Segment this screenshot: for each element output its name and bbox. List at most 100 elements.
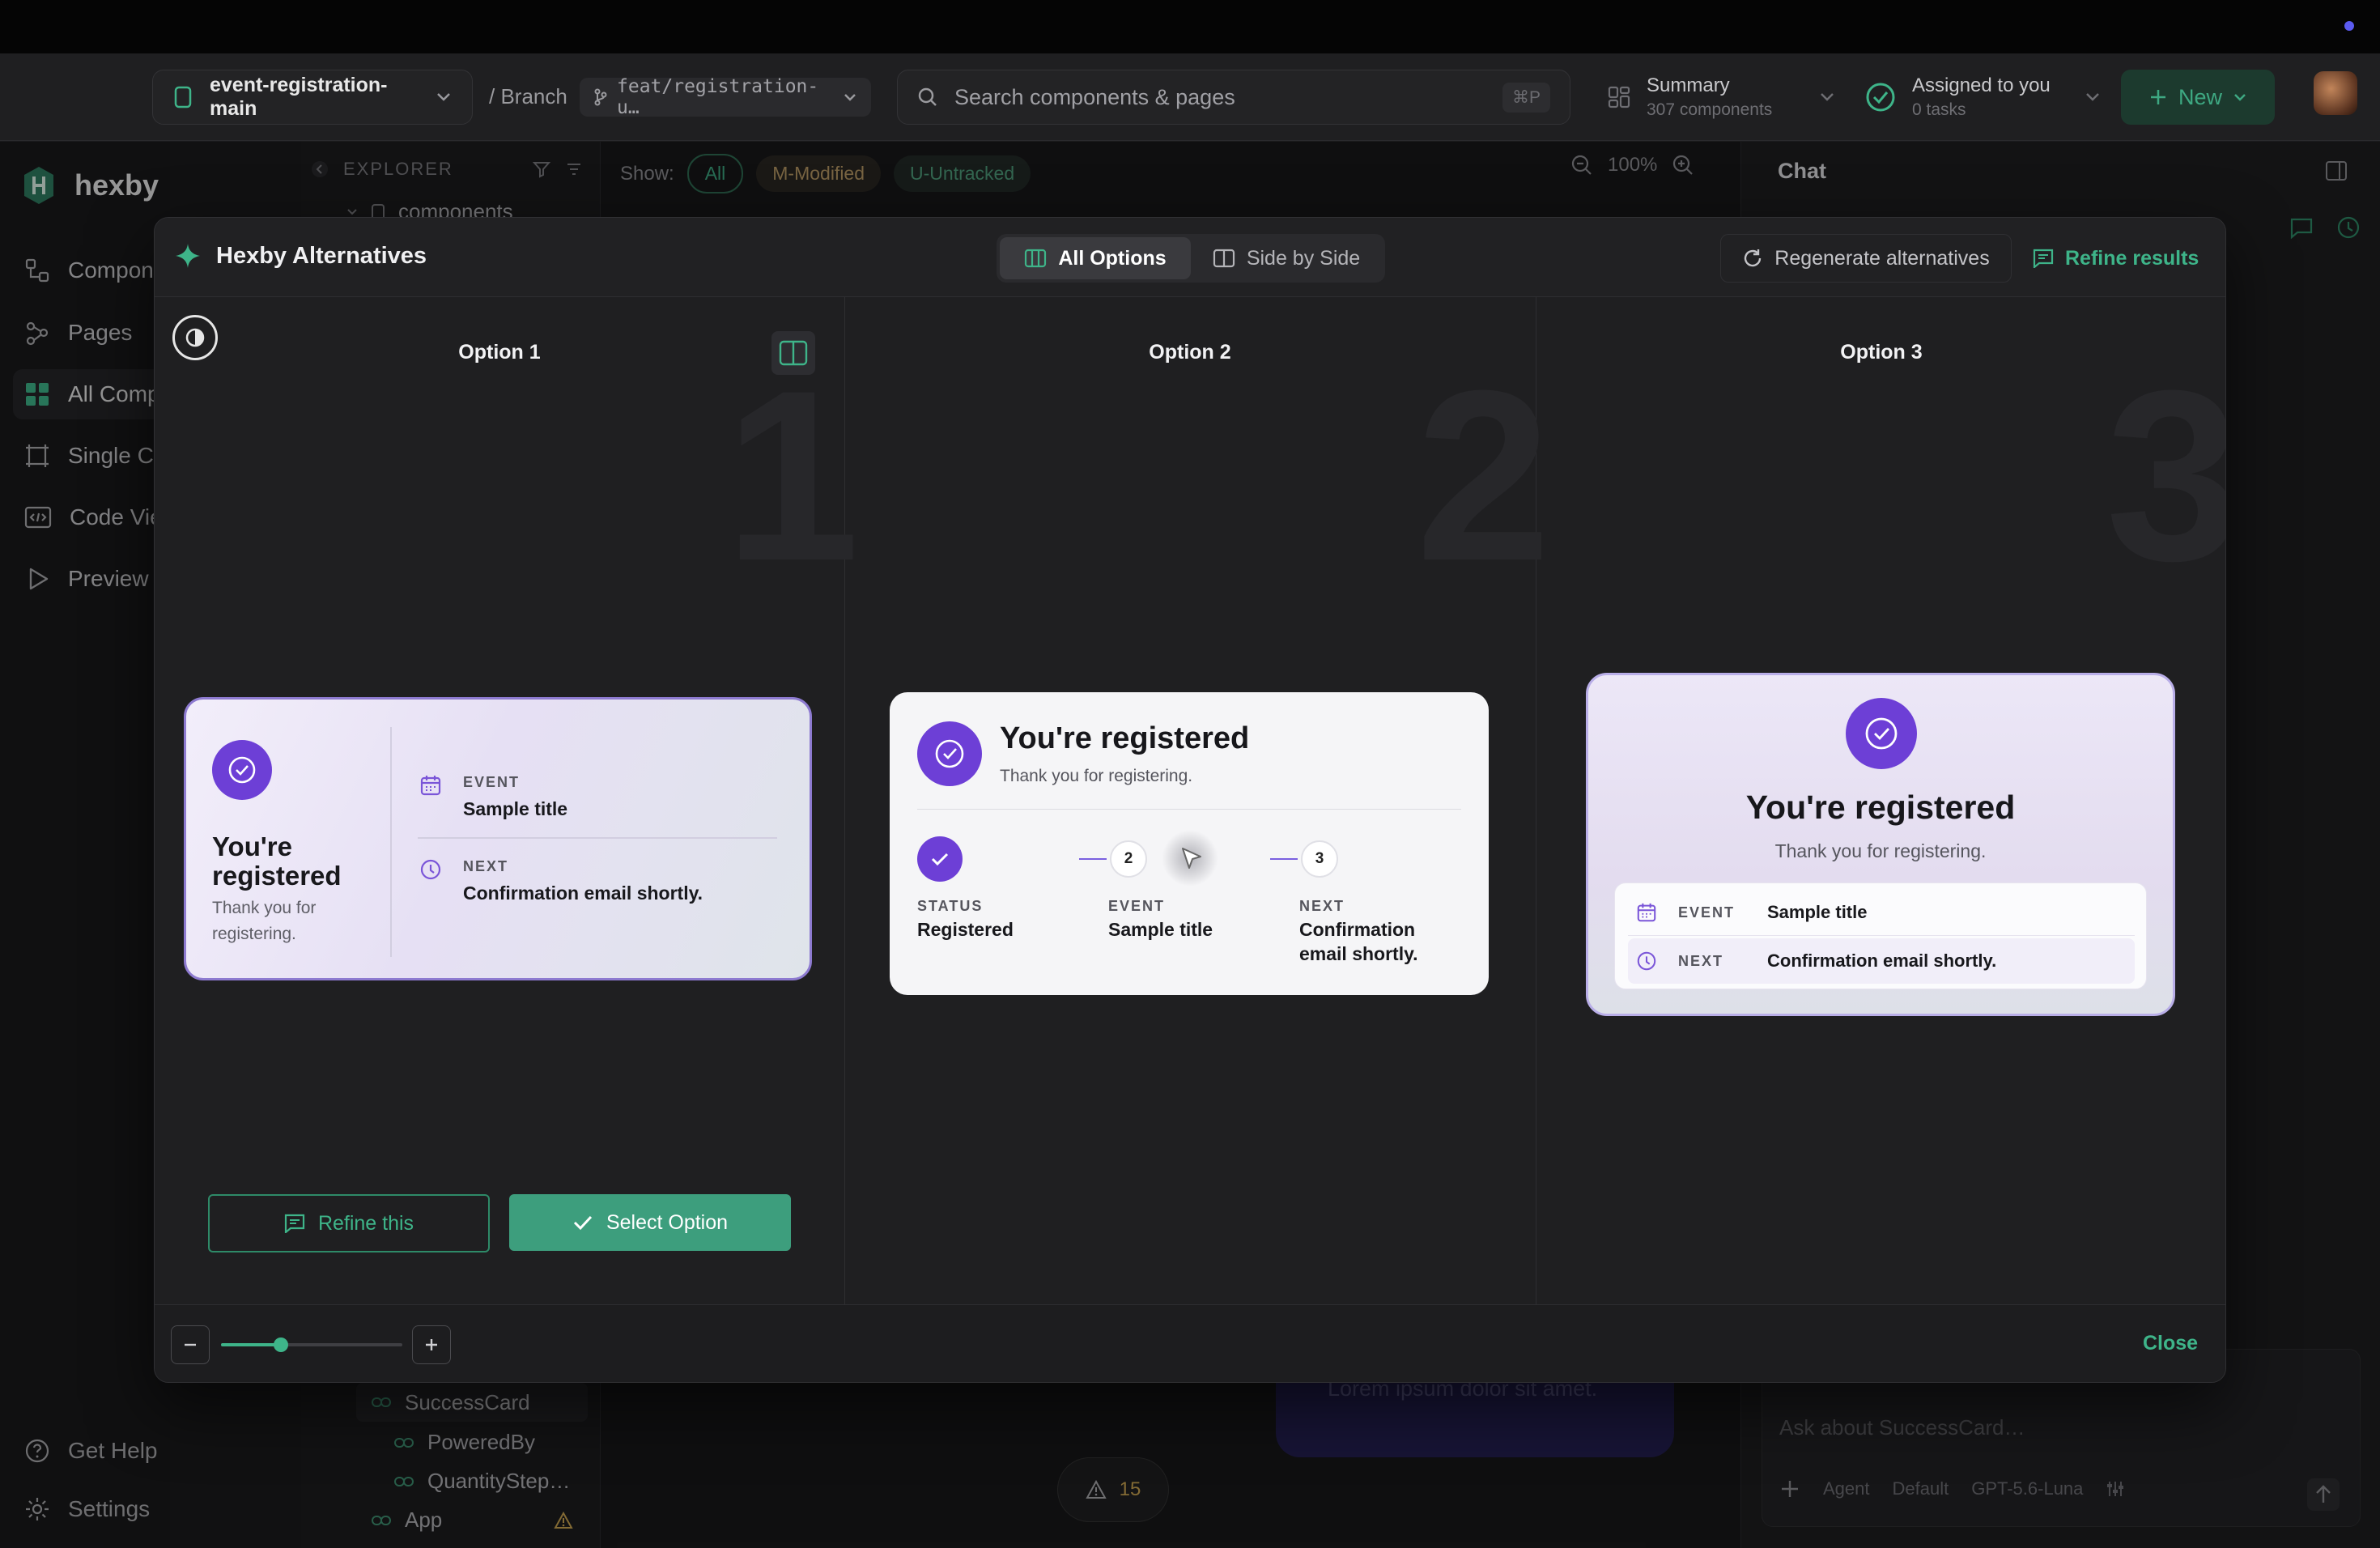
- columns-icon: [1024, 249, 1047, 268]
- card-subtext: Thank you for registering.: [212, 899, 317, 943]
- next-label: NEXT: [463, 858, 509, 874]
- branch-selector[interactable]: feat/registration-u…: [580, 76, 871, 118]
- branch-label: Branch: [500, 84, 567, 108]
- details-box: EVENT Sample title NEXT Confirmation ema…: [1614, 882, 2147, 989]
- split-view-icon: [1213, 249, 1235, 268]
- card-divider: [390, 727, 392, 957]
- refresh-icon: [1742, 248, 1763, 269]
- zoom-slider-fill: [221, 1343, 281, 1346]
- summary-count: 307 components: [1647, 100, 1773, 119]
- event-value: Sample title: [463, 798, 568, 819]
- breadcrumb-separator: /: [489, 84, 495, 108]
- check-circle-icon: [933, 738, 966, 770]
- success-badge: [212, 740, 272, 800]
- step-number: 2: [1110, 840, 1147, 878]
- event-label: EVENT: [463, 774, 521, 790]
- check-icon: [930, 851, 950, 867]
- step-number: 3: [1301, 840, 1338, 878]
- minus-icon: [182, 1337, 198, 1353]
- step-1-done-badge: [917, 836, 963, 882]
- zoom-out-button[interactable]: [171, 1325, 210, 1364]
- chevron-down-icon: [436, 92, 451, 102]
- refine-results-button[interactable]: Refine results: [2033, 236, 2199, 281]
- dashboard-icon: [1608, 86, 1630, 108]
- modal-title: Hexby Alternatives: [174, 242, 427, 270]
- check-icon: [572, 1214, 593, 1231]
- chevron-down-icon: [1820, 92, 1834, 102]
- tab-all-options[interactable]: All Options: [1000, 237, 1191, 279]
- chevron-down-icon: [2085, 92, 2100, 102]
- breadcrumb: / Branch: [489, 84, 567, 109]
- regenerate-button[interactable]: Regenerate alternatives: [1720, 234, 2012, 283]
- tab-label: Side by Side: [1246, 246, 1361, 270]
- assigned-title: Assigned to you: [1912, 74, 2051, 96]
- option-3-preview-card[interactable]: You're registered Thank you for register…: [1586, 673, 2175, 1016]
- next-value: Confirmation email shortly.: [1767, 950, 1997, 971]
- repo-icon: [174, 86, 192, 108]
- modal-title-text: Hexby Alternatives: [216, 242, 427, 269]
- row-divider: [418, 837, 777, 839]
- option-number-watermark: 2: [1416, 339, 1551, 611]
- search-input[interactable]: Search components & pages ⌘P: [897, 70, 1570, 125]
- step-connector: [1079, 858, 1107, 860]
- assigned-text: Assigned to you 0 tasks: [1912, 74, 2051, 120]
- summary-text: Summary 307 components: [1647, 74, 1772, 120]
- check-circle-icon: [1865, 82, 1896, 113]
- calendar-icon: [419, 774, 442, 797]
- option-number-watermark: 1: [725, 339, 860, 611]
- option-number-watermark: 3: [2106, 354, 2225, 597]
- step-value: Registered: [917, 919, 1014, 940]
- search-placeholder: Search components & pages: [954, 84, 1235, 109]
- assigned-dropdown[interactable]: Assigned to you 0 tasks: [1865, 70, 2100, 125]
- shortcut-badge: ⌘P: [1502, 82, 1550, 113]
- next-label: NEXT: [1678, 952, 1724, 969]
- git-branch-icon: [594, 88, 607, 106]
- zoom-slider-thumb[interactable]: [274, 1337, 288, 1352]
- card-divider: [917, 809, 1461, 810]
- event-label: EVENT: [1678, 904, 1736, 921]
- chevron-down-icon: [844, 93, 856, 101]
- search-icon: [917, 87, 938, 108]
- chevron-down-icon: [2233, 93, 2246, 101]
- plus-icon: [2149, 88, 2167, 106]
- option-2-preview-card[interactable]: You're registered Thank you for register…: [890, 692, 1489, 995]
- refine-this-button[interactable]: Refine this: [208, 1194, 490, 1252]
- check-circle-icon: [227, 755, 257, 785]
- project-selector[interactable]: event-registration-main: [152, 70, 473, 125]
- event-row: EVENT Sample title: [1628, 890, 2135, 935]
- success-badge: [1846, 698, 1917, 769]
- card-heading: You're registered: [212, 831, 342, 891]
- next-value: Confirmation email shortly.: [463, 882, 703, 904]
- check-circle-icon: [1864, 716, 1899, 751]
- refine-this-label: Refine this: [317, 1211, 414, 1235]
- clock-icon: [419, 858, 442, 881]
- status-dot: [2344, 21, 2354, 31]
- alternatives-modal: Hexby Alternatives All Options Side by S…: [154, 217, 2226, 1383]
- cursor-icon: [1179, 846, 1204, 872]
- step-label: STATUS: [917, 898, 984, 914]
- plus-icon: [423, 1337, 440, 1353]
- card-subtext: Thank you for registering.: [1000, 767, 1193, 785]
- step-value: Sample title: [1108, 919, 1213, 940]
- summary-title: Summary: [1647, 74, 1730, 96]
- step-value: Confirmation email shortly.: [1299, 919, 1418, 964]
- summary-dropdown[interactable]: Summary 307 components: [1608, 70, 1834, 125]
- tab-side-by-side[interactable]: Side by Side: [1191, 237, 1382, 279]
- new-button[interactable]: New: [2121, 70, 2275, 125]
- success-badge: [917, 721, 982, 786]
- zoom-in-button[interactable]: [412, 1325, 451, 1364]
- view-mode-toggle: All Options Side by Side: [997, 234, 1385, 283]
- next-row: NEXT Confirmation email shortly.: [1628, 938, 2135, 984]
- sparkle-icon: [174, 242, 202, 270]
- avatar[interactable]: [2314, 71, 2357, 115]
- calendar-icon: [1636, 902, 1657, 923]
- card-heading: You're registered: [1745, 789, 2016, 826]
- message-icon: [2033, 249, 2054, 268]
- select-option-button[interactable]: Select Option: [509, 1194, 791, 1251]
- close-button[interactable]: Close: [2143, 1332, 2198, 1355]
- branch-name: feat/registration-u…: [617, 76, 819, 118]
- new-label: New: [2178, 84, 2222, 109]
- option-1-preview-card[interactable]: You're registered Thank you for register…: [184, 697, 812, 980]
- card-heading: You're registered: [1000, 721, 1250, 755]
- step-label: EVENT: [1108, 898, 1166, 914]
